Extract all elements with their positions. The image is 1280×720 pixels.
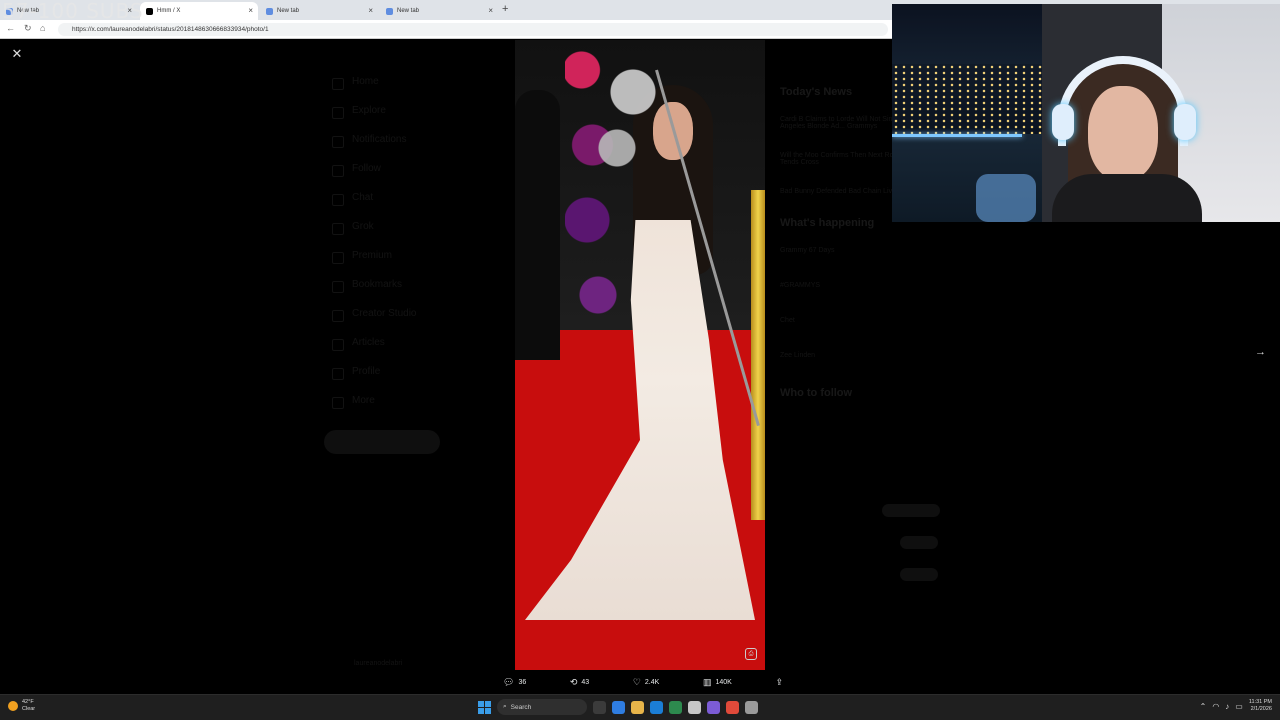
webcam-streamer-shirt <box>1052 174 1202 222</box>
windows-start-icon[interactable] <box>478 700 491 714</box>
tab-3[interactable]: New tab × <box>260 2 378 20</box>
chrome-icon[interactable] <box>726 700 739 714</box>
nav-item: Chat <box>332 192 416 221</box>
volume-icon[interactable]: ♪ <box>1225 702 1229 711</box>
share-button[interactable]: ⇪ <box>775 677 783 688</box>
nav-item: Articles <box>332 337 416 366</box>
tab-close-icon[interactable]: × <box>248 6 253 15</box>
nav-item: Notifications <box>332 134 416 163</box>
nav-item: Follow <box>332 163 416 192</box>
clock-date: 2/1/2026 <box>1250 706 1272 712</box>
tab-favicon <box>386 7 393 15</box>
background-follow-button <box>882 504 940 517</box>
home-icon[interactable]: ⌂ <box>40 23 45 33</box>
tab-4[interactable]: New tab × <box>380 2 498 20</box>
reload-icon[interactable]: ↻ <box>24 23 32 34</box>
trend-item: Chet <box>780 317 795 324</box>
bar-chart-icon: ▥ <box>702 676 712 687</box>
comment-icon: 💬︎ <box>503 676 515 687</box>
close-icon[interactable]: ✕ <box>10 47 24 61</box>
webcam-overlay <box>892 4 1280 222</box>
alt-text-icon[interactable]: ⎙ <box>745 648 757 660</box>
background-post-button <box>324 430 440 454</box>
battery-icon[interactable]: ▭ <box>1235 702 1243 711</box>
background-sidebar: Home Explore Notifications Follow Chat G… <box>332 76 416 424</box>
nav-item: Grok <box>332 221 416 250</box>
x-logo-icon <box>146 7 153 15</box>
webcam-city-lights <box>892 64 1042 134</box>
repost-count: 43 <box>581 678 590 686</box>
nav-item: Bookmarks <box>332 279 416 308</box>
headset-earcup <box>1052 104 1074 140</box>
nav-item: More <box>332 395 416 424</box>
nav-item: Explore <box>332 105 416 134</box>
tab-close-icon[interactable]: × <box>368 6 373 15</box>
background-account-name: laureanodelabri <box>354 660 403 667</box>
view-count: 140K <box>715 678 732 686</box>
silver-ornament <box>585 60 665 220</box>
like-button[interactable]: ♡ 2.4K <box>633 677 659 688</box>
weather-desc: Clear <box>22 706 36 712</box>
trend-item: Grammy 67 Days <box>780 247 835 254</box>
trend-item: Zee Linden <box>780 352 816 359</box>
trend-item: #GRAMMYS <box>780 282 821 289</box>
back-icon[interactable]: ← <box>6 23 15 33</box>
engagement-bar: 💬︎ 36 ⟲ 43 ♡ 2.4K ▥ 140K ⇪ <box>503 674 783 690</box>
reply-count: 36 <box>518 678 527 686</box>
weather-widget[interactable]: 42°F Clear <box>8 699 35 713</box>
headset-earcup <box>1174 104 1196 140</box>
like-count: 2.4K <box>644 678 660 686</box>
webcam-chair <box>976 174 1036 222</box>
tab-close-icon[interactable]: × <box>488 6 493 15</box>
background-follow-button <box>900 568 938 581</box>
system-tray: ⌃ ◠ ♪ ▭ 11:31 PM 2/1/2026 <box>1200 699 1272 713</box>
weather-temp: 42°F <box>22 699 34 705</box>
taskbar-apps: ⌕ Search <box>478 699 758 715</box>
store-icon[interactable] <box>669 700 682 714</box>
task-view-icon[interactable] <box>593 700 606 714</box>
nav-item: Profile <box>332 366 416 395</box>
tab-label: New tab <box>277 8 300 14</box>
gold-dress-edge <box>751 190 765 520</box>
windows-taskbar: 42°F Clear ⌕ Search ⌃ ◠ ♪ ▭ 11:31 PM 2/1… <box>0 694 1280 720</box>
share-icon: ⇪ <box>775 676 783 687</box>
new-tab-button[interactable]: + <box>502 3 508 15</box>
post-photo[interactable]: ⎙ <box>515 40 765 670</box>
heart-icon: ♡ <box>632 676 641 687</box>
nav-item: Creator Studio <box>332 308 416 337</box>
reply-button[interactable]: 💬︎ 36 <box>503 677 526 688</box>
nav-item: Premium <box>332 250 416 279</box>
search-icon: ⌕ <box>503 703 507 710</box>
edge-icon[interactable] <box>612 700 625 714</box>
browser-icon[interactable] <box>650 700 663 714</box>
repost-icon: ⟲ <box>569 676 578 687</box>
notepad-icon[interactable] <box>688 700 701 714</box>
tab-label: Hmm / X <box>157 8 181 14</box>
discord-icon[interactable] <box>707 700 720 714</box>
wifi-icon[interactable]: ◠ <box>1212 702 1219 711</box>
follow-heading: Who to follow <box>780 387 853 399</box>
webcam-neon-light <box>892 134 1022 137</box>
file-explorer-icon[interactable] <box>631 700 644 714</box>
address-bar[interactable]: https://x.com/laureanodelabri/status/201… <box>58 23 888 36</box>
background-follow-button <box>900 536 938 549</box>
tab-label: New tab <box>397 8 420 14</box>
clock[interactable]: 11:31 PM 2/1/2026 <box>1249 699 1272 713</box>
weather-moon-icon <box>8 701 18 711</box>
obs-icon[interactable] <box>745 700 758 714</box>
repost-button[interactable]: ⟲ 43 <box>570 677 589 688</box>
tab-2[interactable]: Hmm / X × <box>140 2 258 20</box>
nav-item: Home <box>332 76 416 105</box>
views-button[interactable]: ▥ 140K <box>703 677 732 688</box>
search-placeholder: Search <box>510 703 532 711</box>
arrow-right-icon[interactable]: → <box>1255 346 1266 358</box>
background-person <box>515 90 560 360</box>
taskbar-search[interactable]: ⌕ Search <box>497 699 587 715</box>
tab-favicon <box>266 7 273 15</box>
clock-time: 11:31 PM <box>1248 699 1272 705</box>
chevron-up-icon[interactable]: ⌃ <box>1200 702 1207 711</box>
